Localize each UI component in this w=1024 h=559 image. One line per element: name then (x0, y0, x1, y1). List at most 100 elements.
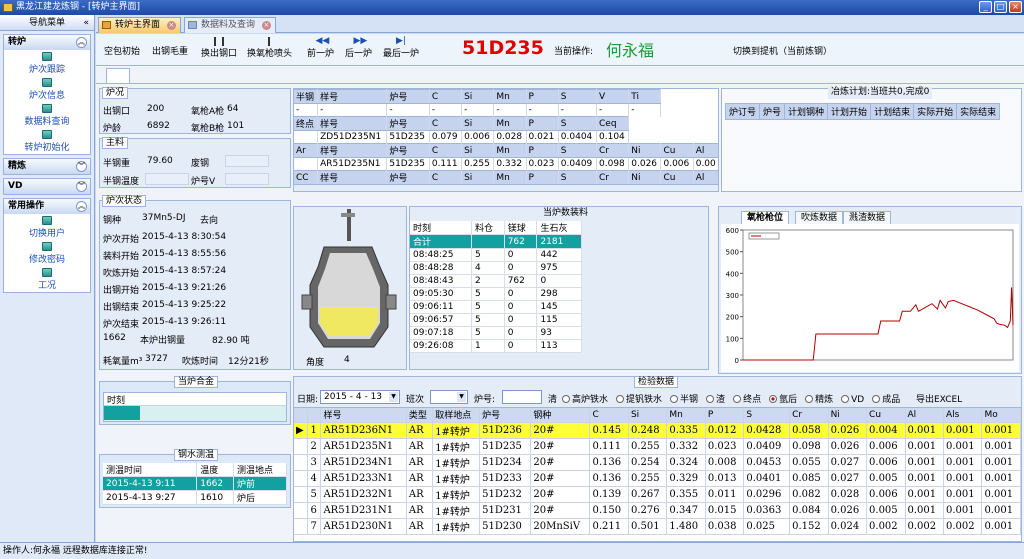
radio-icon[interactable] (670, 395, 679, 403)
shift-select[interactable]: ▼ (430, 390, 468, 404)
radio-icon[interactable] (616, 395, 625, 403)
charge-row[interactable]: 09:05:30 5 0 298 (410, 287, 582, 301)
charge-row[interactable]: 09:26:08 1 0 113 (410, 339, 582, 353)
sidebar-item-heat-info[interactable]: 炉次信息 (4, 76, 90, 102)
sidebar-item-switch-user[interactable]: 切换用户 (4, 214, 90, 240)
inspection-column-header[interactable]: Mn (666, 408, 706, 423)
sample-type-option[interactable]: 精炼 (805, 395, 833, 405)
inspection-column-header[interactable]: Si (628, 408, 668, 423)
plan-column-header[interactable]: 炉订号 (724, 103, 761, 120)
close-tab-icon[interactable]: × (166, 21, 176, 30)
inner-tab[interactable] (106, 68, 130, 84)
sample-type-option[interactable]: 氩后 (769, 395, 797, 405)
inspection-row[interactable]: ▶ 1 AR51D236N1 AR 1#转炉 51D236 20# 0.145 0.248 0.3… (294, 422, 1021, 439)
charge-column-header[interactable]: 生石灰 (536, 221, 582, 235)
tab-slag-data[interactable]: 溅渣数据 (843, 211, 892, 224)
restore-button[interactable]: □ (994, 1, 1007, 13)
charge-row[interactable]: 09:07:18 5 0 93 (410, 326, 582, 340)
temp-column-header[interactable]: 测温地点 (233, 463, 287, 477)
date-picker[interactable]: 2015 - 4 - 13 ▼ (320, 390, 400, 404)
inspection-row[interactable]: 6 AR51D231N1 AR 1#转炉 51D231 20# 0.150 0.276 0.34… (294, 502, 1021, 519)
change-nozzle-button[interactable]: 换氧枪喷头 (247, 37, 292, 59)
furnace-filter-input[interactable] (502, 390, 542, 404)
charge-column-header[interactable]: 料仓 (471, 221, 505, 235)
inspection-column-header[interactable]: Mo (981, 408, 1021, 423)
inspection-row[interactable]: 5 AR51D232N1 AR 1#转炉 51D232 20# 0.139 0.267 0.35… (294, 486, 1021, 503)
sample-type-option[interactable]: VD (841, 395, 864, 405)
inspection-column-header[interactable]: 钢种 (530, 408, 591, 423)
inspection-column-header[interactable]: P (705, 408, 745, 423)
inspection-column-header[interactable]: 取样地点 (432, 408, 481, 423)
chevron-down-icon[interactable]: ︾ (76, 161, 87, 172)
temp-row[interactable]: 2015-4-13 9:11 1662 炉前 (103, 476, 287, 491)
dropdown-arrow-icon[interactable]: ▼ (457, 392, 466, 402)
alloy-selected-cell[interactable] (104, 406, 140, 420)
inspection-column-header[interactable]: Als (943, 408, 983, 423)
charge-column-header[interactable]: 时刻 (410, 221, 472, 235)
close-button[interactable]: × (1009, 1, 1022, 13)
sidebar-item-change-password[interactable]: 修改密码 (4, 240, 90, 266)
tab-converter-main[interactable]: 转炉主界面 × (98, 17, 181, 33)
dropdown-arrow-icon[interactable]: ▼ (389, 392, 398, 402)
radio-icon[interactable] (805, 395, 814, 403)
inspection-row[interactable]: 2 AR51D235N1 AR 1#转炉 51D235 20# 0.111 0.255 0.33… (294, 438, 1021, 455)
inspection-column-header[interactable]: Al (905, 408, 944, 423)
inspection-column-header[interactable]: 样号 (320, 408, 407, 423)
charge-row[interactable]: 09:06:57 5 0 115 (410, 313, 582, 327)
sidebar-item-heat-tracking[interactable]: 炉次跟踪 (4, 50, 90, 76)
previous-heat-button[interactable]: ◀◀ 前一炉 (307, 37, 334, 60)
inspection-column-header[interactable]: 炉号 (479, 408, 532, 423)
group-header-refining[interactable]: 精炼 ︾ (4, 159, 90, 174)
plan-column-header[interactable]: 实际开始 (913, 103, 958, 120)
radio-icon[interactable] (841, 395, 850, 403)
sample-type-option[interactable]: 高炉铁水 (562, 395, 608, 405)
chevron-down-icon[interactable]: ︾ (76, 181, 87, 192)
collapse-sidebar-icon[interactable]: « (83, 15, 89, 31)
charge-row[interactable]: 08:48:43 2 762 0 (410, 274, 582, 288)
chevron-up-icon[interactable]: ︽ (76, 201, 87, 212)
temp-column-header[interactable]: 测温时间 (103, 463, 198, 477)
inspection-column-header[interactable]: C (589, 408, 629, 423)
plan-column-header[interactable]: 计划结束 (870, 103, 915, 120)
radio-icon[interactable] (562, 395, 570, 403)
horizontal-scrollbar[interactable] (294, 184, 718, 191)
plan-column-header[interactable]: 实际结束 (956, 103, 1001, 120)
empty-ladle-init-button[interactable]: 空包初始 (104, 44, 140, 57)
sidebar-item-converter-init[interactable]: 转炉初始化 (4, 128, 90, 154)
inspection-column-header[interactable]: S (743, 408, 791, 423)
temp-column-header[interactable]: 温度 (196, 463, 235, 477)
temp-row[interactable]: 2015-4-13 9:27 1610 炉后 (103, 490, 287, 505)
radio-icon[interactable] (733, 395, 742, 403)
sidebar-item-condition[interactable]: 工况 (4, 266, 90, 292)
clear-button[interactable]: 清 (548, 392, 557, 405)
plan-column-header[interactable]: 炉号 (759, 103, 786, 120)
tab-blow-data[interactable]: 吹炼数据 (795, 211, 844, 224)
charge-row[interactable]: 08:48:25 5 0 442 (410, 248, 582, 262)
group-header-common[interactable]: 常用操作 ︽ (4, 199, 90, 214)
sidebar-item-data-query[interactable]: 数据料查询 (4, 102, 90, 128)
plan-column-header[interactable]: 计划开始 (827, 103, 872, 120)
sample-type-option[interactable]: 成品 (872, 395, 900, 405)
tap-gross-weight-button[interactable]: 出钢毛重 (152, 44, 188, 57)
sample-type-option[interactable]: 半钢 (670, 395, 698, 405)
plan-column-header[interactable]: 计划钢种 (784, 103, 829, 120)
tab-lance-position[interactable]: 氧枪枪位 (741, 211, 790, 224)
radio-icon[interactable] (872, 395, 881, 403)
group-header-converter[interactable]: 转炉 ︽ (4, 35, 90, 50)
sample-type-option[interactable]: 终点 (733, 395, 761, 405)
charge-column-header[interactable]: 镁球 (504, 221, 538, 235)
charge-row[interactable]: 09:06:11 5 0 145 (410, 300, 582, 314)
minimize-button[interactable]: _ (979, 1, 992, 13)
close-tab-icon[interactable]: × (261, 21, 271, 30)
radio-icon[interactable] (706, 395, 715, 403)
inspection-column-header[interactable]: 类型 (406, 408, 434, 423)
change-taphole-button[interactable]: 换出钢口 (201, 37, 237, 59)
sample-type-option[interactable]: 渣 (706, 395, 725, 405)
switch-mode-link[interactable]: 切换到提机（当前炼钢） (733, 44, 832, 57)
tab-data-query[interactable]: 数据料及查询 × (184, 17, 276, 33)
group-header-vd[interactable]: VD ︾ (4, 179, 90, 194)
chevron-up-icon[interactable]: ︽ (76, 37, 87, 48)
charge-row[interactable]: 08:48:28 4 0 975 (410, 261, 582, 275)
inspection-row[interactable]: 4 AR51D233N1 AR 1#转炉 51D233 20# 0.136 0.255 0.32… (294, 470, 1021, 487)
charge-row[interactable]: 合计 762 2181 (410, 234, 582, 249)
